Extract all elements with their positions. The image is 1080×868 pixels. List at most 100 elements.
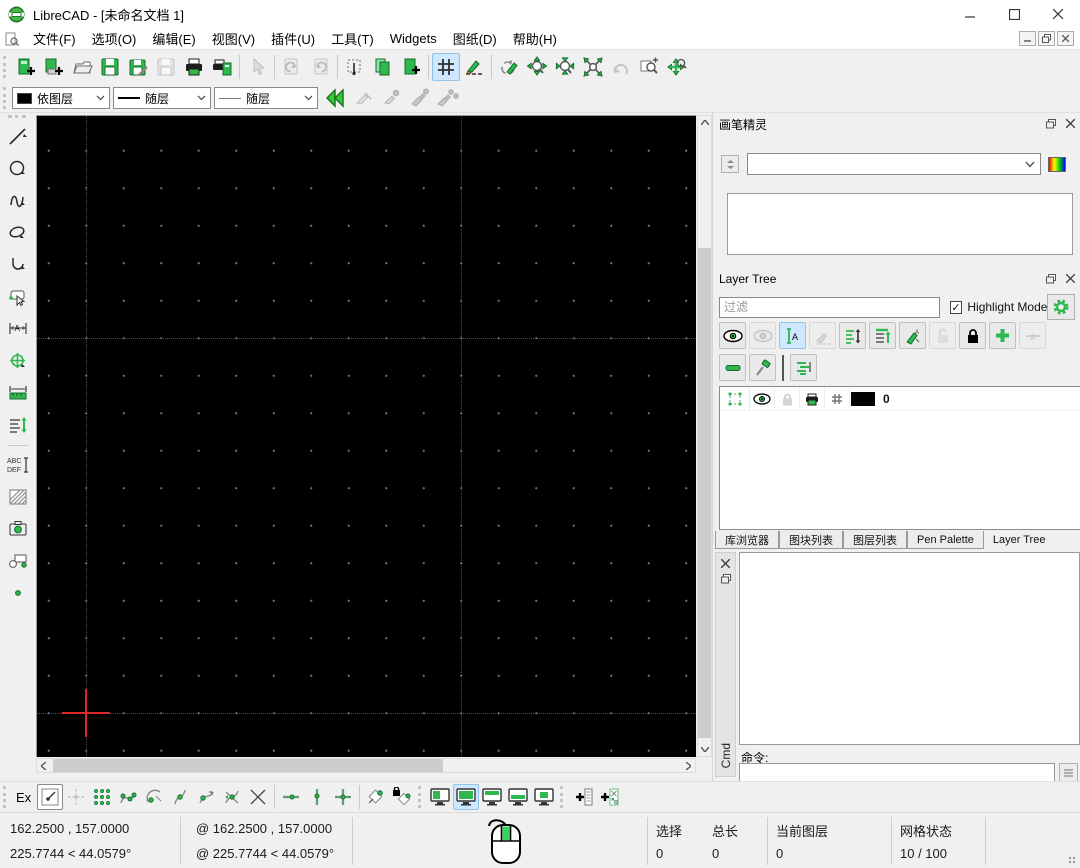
undo-button[interactable] <box>278 53 306 81</box>
block-tool-button[interactable] <box>4 547 32 575</box>
paste-button[interactable] <box>397 53 425 81</box>
polyline-tool-button[interactable] <box>4 251 32 279</box>
mdi-minimize-icon[interactable] <box>1019 31 1036 46</box>
new-document-button[interactable] <box>12 53 40 81</box>
defreeze-layer-button[interactable] <box>749 354 776 381</box>
hatch-tool-button[interactable] <box>4 483 32 511</box>
linetype-combo[interactable]: 随层 <box>214 87 318 109</box>
toolbar-handle[interactable] <box>418 786 423 808</box>
menu-view[interactable]: 视图(V) <box>204 27 263 50</box>
hide-all-layers-button[interactable] <box>749 322 776 349</box>
rename-layer-button[interactable]: A <box>899 322 926 349</box>
lock-all-button[interactable] <box>959 322 986 349</box>
snap-grid-button[interactable] <box>63 784 89 810</box>
width-combo[interactable]: 随层 <box>113 87 211 109</box>
maximize-icon[interactable] <box>992 0 1036 28</box>
save-button[interactable] <box>96 53 124 81</box>
snap-distance-button[interactable] <box>193 784 219 810</box>
sort-to-top-button[interactable] <box>869 322 896 349</box>
lock-relative-zero-button[interactable] <box>389 784 415 810</box>
close-panel-icon[interactable] <box>1066 274 1075 284</box>
layer-print-icon[interactable] <box>800 387 825 411</box>
sort-layers-button[interactable] <box>839 322 866 349</box>
command-history[interactable] <box>739 552 1080 745</box>
ellipse-tool-button[interactable] <box>4 219 32 247</box>
menu-tools[interactable]: 工具(T) <box>323 27 382 50</box>
dim-leader-tool-button[interactable] <box>4 411 32 439</box>
add-layer-button[interactable] <box>989 322 1016 349</box>
layer-lock-icon[interactable] <box>775 387 800 411</box>
add-palette-widget-button[interactable] <box>595 784 621 810</box>
select-layer-icon[interactable] <box>720 387 750 411</box>
add-command-widget-button[interactable] <box>569 784 595 810</box>
pen-color-picker-button[interactable] <box>1048 157 1066 172</box>
layer-list[interactable]: 0 <box>719 386 1080 530</box>
show-all-layers-button[interactable] <box>719 322 746 349</box>
menu-plugins[interactable]: 插件(U) <box>263 27 323 50</box>
line-tool-button[interactable] <box>4 123 32 151</box>
copy-pen-button[interactable] <box>405 84 433 112</box>
highlight-mode-checkbox[interactable]: ✓ <box>950 301 963 314</box>
layer-filter-input[interactable] <box>719 297 940 318</box>
menu-options[interactable]: 选项(O) <box>84 27 145 50</box>
dock-left-button[interactable] <box>427 784 453 810</box>
construction-layer-button[interactable] <box>809 322 836 349</box>
restrict-horizontal-button[interactable] <box>278 784 304 810</box>
command-tab-label[interactable]: Cmd <box>719 743 733 768</box>
vertical-scrollbar[interactable] <box>697 115 712 757</box>
tab-layer-tree[interactable]: Layer Tree <box>984 531 1055 549</box>
float-panel-icon[interactable] <box>1046 119 1056 129</box>
horizontal-scrollbar[interactable] <box>36 758 696 773</box>
draft-mode-button[interactable] <box>460 53 488 81</box>
snap-center-button[interactable] <box>141 784 167 810</box>
layer-visibility-icon[interactable] <box>750 387 775 411</box>
pick-pen-button[interactable] <box>349 84 377 112</box>
minimize-icon[interactable] <box>948 0 992 28</box>
layer-row[interactable]: 0 <box>720 387 1080 411</box>
dock-float-button[interactable] <box>531 784 557 810</box>
open-file-button[interactable] <box>68 53 96 81</box>
horizontal-scroll-thumb[interactable] <box>53 759 443 772</box>
resize-grip[interactable] <box>1067 855 1077 865</box>
dim-linear-tool-button[interactable] <box>4 379 32 407</box>
unlock-all-button[interactable] <box>929 322 956 349</box>
menu-help[interactable]: 帮助(H) <box>505 27 565 50</box>
toolbar-handle[interactable] <box>560 786 565 808</box>
flatten-tree-button[interactable] <box>790 354 817 381</box>
color-combo[interactable]: 依图层 <box>12 87 110 109</box>
redo-button[interactable] <box>306 53 334 81</box>
command-options-button[interactable] <box>1059 763 1078 782</box>
snap-free-button[interactable] <box>37 784 63 810</box>
mdi-close-icon[interactable] <box>1057 31 1074 46</box>
tab-layer-list[interactable]: 图层列表 <box>843 531 907 549</box>
menu-edit[interactable]: 编辑(E) <box>144 27 203 50</box>
zoom-window-button[interactable] <box>635 53 663 81</box>
image-tool-button[interactable] <box>4 515 32 543</box>
dock-top-button[interactable] <box>453 784 479 810</box>
vertical-scroll-thumb[interactable] <box>698 248 711 738</box>
merge-layer-button[interactable]: A <box>1019 322 1046 349</box>
toolbar-handle[interactable] <box>3 786 8 808</box>
layer-name[interactable]: 0 <box>883 392 890 406</box>
cut-button[interactable] <box>341 53 369 81</box>
save-as-button[interactable] <box>124 53 152 81</box>
copy-button[interactable] <box>369 53 397 81</box>
toolbar-handle[interactable] <box>3 56 8 78</box>
new-from-template-button[interactable] <box>40 53 68 81</box>
zoom-auto-button[interactable] <box>579 53 607 81</box>
dim-aligned-tool-button[interactable]: A <box>4 315 32 343</box>
remove-layer-button[interactable] <box>719 354 746 381</box>
scroll-left-icon[interactable] <box>37 759 50 772</box>
zoom-previous-button[interactable] <box>607 53 635 81</box>
snap-clear-button[interactable] <box>245 784 271 810</box>
layer-tree-settings-button[interactable] <box>1047 294 1075 320</box>
mtext-tool-button[interactable]: ABCDEF <box>4 451 32 479</box>
scroll-up-icon[interactable] <box>698 116 711 129</box>
mdi-restore-icon[interactable] <box>1038 31 1055 46</box>
back-button[interactable] <box>321 84 349 112</box>
layer-construction-icon[interactable] <box>825 387 850 411</box>
close-panel-icon[interactable] <box>721 559 730 568</box>
zoom-out-button[interactable] <box>551 53 579 81</box>
command-input[interactable] <box>739 763 1055 782</box>
select-tool-button[interactable] <box>4 283 32 311</box>
